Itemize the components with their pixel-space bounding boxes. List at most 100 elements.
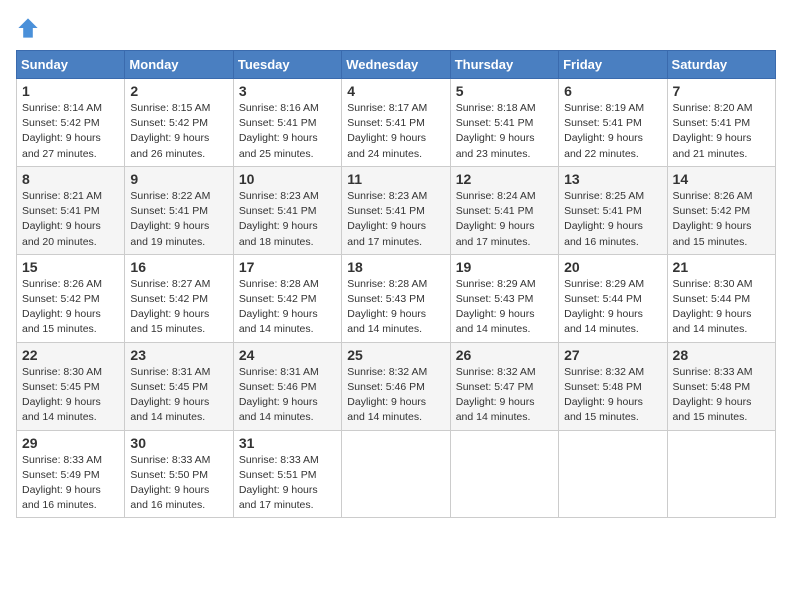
day-number: 5 bbox=[456, 83, 553, 99]
day-info: Sunrise: 8:23 AM Sunset: 5:41 PM Dayligh… bbox=[347, 189, 444, 250]
day-number: 27 bbox=[564, 347, 661, 363]
day-info: Sunrise: 8:26 AM Sunset: 5:42 PM Dayligh… bbox=[22, 277, 119, 338]
day-number: 1 bbox=[22, 83, 119, 99]
calendar-cell bbox=[667, 430, 775, 518]
day-info: Sunrise: 8:31 AM Sunset: 5:46 PM Dayligh… bbox=[239, 365, 336, 426]
calendar-cell: 28 Sunrise: 8:33 AM Sunset: 5:48 PM Dayl… bbox=[667, 342, 775, 430]
day-number: 18 bbox=[347, 259, 444, 275]
calendar-cell: 26 Sunrise: 8:32 AM Sunset: 5:47 PM Dayl… bbox=[450, 342, 558, 430]
header bbox=[16, 16, 776, 40]
calendar-cell: 9 Sunrise: 8:22 AM Sunset: 5:41 PM Dayli… bbox=[125, 166, 233, 254]
day-number: 17 bbox=[239, 259, 336, 275]
calendar-header-thursday: Thursday bbox=[450, 51, 558, 79]
calendar-cell: 29 Sunrise: 8:33 AM Sunset: 5:49 PM Dayl… bbox=[17, 430, 125, 518]
day-number: 6 bbox=[564, 83, 661, 99]
day-info: Sunrise: 8:23 AM Sunset: 5:41 PM Dayligh… bbox=[239, 189, 336, 250]
day-number: 20 bbox=[564, 259, 661, 275]
day-info: Sunrise: 8:33 AM Sunset: 5:51 PM Dayligh… bbox=[239, 453, 336, 514]
day-info: Sunrise: 8:25 AM Sunset: 5:41 PM Dayligh… bbox=[564, 189, 661, 250]
calendar-header-friday: Friday bbox=[559, 51, 667, 79]
calendar-cell: 24 Sunrise: 8:31 AM Sunset: 5:46 PM Dayl… bbox=[233, 342, 341, 430]
calendar-week-row: 15 Sunrise: 8:26 AM Sunset: 5:42 PM Dayl… bbox=[17, 254, 776, 342]
calendar-cell: 12 Sunrise: 8:24 AM Sunset: 5:41 PM Dayl… bbox=[450, 166, 558, 254]
day-info: Sunrise: 8:14 AM Sunset: 5:42 PM Dayligh… bbox=[22, 101, 119, 162]
calendar-cell: 17 Sunrise: 8:28 AM Sunset: 5:42 PM Dayl… bbox=[233, 254, 341, 342]
calendar-cell: 5 Sunrise: 8:18 AM Sunset: 5:41 PM Dayli… bbox=[450, 79, 558, 167]
calendar-cell: 25 Sunrise: 8:32 AM Sunset: 5:46 PM Dayl… bbox=[342, 342, 450, 430]
calendar-header-saturday: Saturday bbox=[667, 51, 775, 79]
calendar-cell: 18 Sunrise: 8:28 AM Sunset: 5:43 PM Dayl… bbox=[342, 254, 450, 342]
day-info: Sunrise: 8:24 AM Sunset: 5:41 PM Dayligh… bbox=[456, 189, 553, 250]
day-info: Sunrise: 8:29 AM Sunset: 5:44 PM Dayligh… bbox=[564, 277, 661, 338]
calendar-cell: 23 Sunrise: 8:31 AM Sunset: 5:45 PM Dayl… bbox=[125, 342, 233, 430]
day-number: 25 bbox=[347, 347, 444, 363]
calendar-cell: 4 Sunrise: 8:17 AM Sunset: 5:41 PM Dayli… bbox=[342, 79, 450, 167]
day-info: Sunrise: 8:16 AM Sunset: 5:41 PM Dayligh… bbox=[239, 101, 336, 162]
calendar-cell: 3 Sunrise: 8:16 AM Sunset: 5:41 PM Dayli… bbox=[233, 79, 341, 167]
day-number: 14 bbox=[673, 171, 770, 187]
day-number: 15 bbox=[22, 259, 119, 275]
day-info: Sunrise: 8:30 AM Sunset: 5:44 PM Dayligh… bbox=[673, 277, 770, 338]
day-info: Sunrise: 8:33 AM Sunset: 5:50 PM Dayligh… bbox=[130, 453, 227, 514]
day-info: Sunrise: 8:28 AM Sunset: 5:42 PM Dayligh… bbox=[239, 277, 336, 338]
calendar-cell bbox=[342, 430, 450, 518]
calendar-cell: 6 Sunrise: 8:19 AM Sunset: 5:41 PM Dayli… bbox=[559, 79, 667, 167]
day-number: 11 bbox=[347, 171, 444, 187]
day-number: 21 bbox=[673, 259, 770, 275]
calendar-cell bbox=[450, 430, 558, 518]
day-info: Sunrise: 8:27 AM Sunset: 5:42 PM Dayligh… bbox=[130, 277, 227, 338]
day-number: 4 bbox=[347, 83, 444, 99]
day-info: Sunrise: 8:22 AM Sunset: 5:41 PM Dayligh… bbox=[130, 189, 227, 250]
calendar-cell: 1 Sunrise: 8:14 AM Sunset: 5:42 PM Dayli… bbox=[17, 79, 125, 167]
calendar-cell: 31 Sunrise: 8:33 AM Sunset: 5:51 PM Dayl… bbox=[233, 430, 341, 518]
calendar-cell: 15 Sunrise: 8:26 AM Sunset: 5:42 PM Dayl… bbox=[17, 254, 125, 342]
day-info: Sunrise: 8:19 AM Sunset: 5:41 PM Dayligh… bbox=[564, 101, 661, 162]
day-info: Sunrise: 8:26 AM Sunset: 5:42 PM Dayligh… bbox=[673, 189, 770, 250]
day-number: 7 bbox=[673, 83, 770, 99]
day-info: Sunrise: 8:31 AM Sunset: 5:45 PM Dayligh… bbox=[130, 365, 227, 426]
day-info: Sunrise: 8:17 AM Sunset: 5:41 PM Dayligh… bbox=[347, 101, 444, 162]
day-number: 10 bbox=[239, 171, 336, 187]
calendar-cell: 2 Sunrise: 8:15 AM Sunset: 5:42 PM Dayli… bbox=[125, 79, 233, 167]
calendar-header-row: SundayMondayTuesdayWednesdayThursdayFrid… bbox=[17, 51, 776, 79]
calendar-cell: 13 Sunrise: 8:25 AM Sunset: 5:41 PM Dayl… bbox=[559, 166, 667, 254]
day-number: 9 bbox=[130, 171, 227, 187]
day-info: Sunrise: 8:33 AM Sunset: 5:49 PM Dayligh… bbox=[22, 453, 119, 514]
day-number: 19 bbox=[456, 259, 553, 275]
calendar-cell: 7 Sunrise: 8:20 AM Sunset: 5:41 PM Dayli… bbox=[667, 79, 775, 167]
calendar: SundayMondayTuesdayWednesdayThursdayFrid… bbox=[16, 50, 776, 518]
calendar-header-tuesday: Tuesday bbox=[233, 51, 341, 79]
calendar-cell: 30 Sunrise: 8:33 AM Sunset: 5:50 PM Dayl… bbox=[125, 430, 233, 518]
day-number: 30 bbox=[130, 435, 227, 451]
calendar-cell: 20 Sunrise: 8:29 AM Sunset: 5:44 PM Dayl… bbox=[559, 254, 667, 342]
calendar-cell: 14 Sunrise: 8:26 AM Sunset: 5:42 PM Dayl… bbox=[667, 166, 775, 254]
day-number: 22 bbox=[22, 347, 119, 363]
day-info: Sunrise: 8:32 AM Sunset: 5:47 PM Dayligh… bbox=[456, 365, 553, 426]
day-info: Sunrise: 8:21 AM Sunset: 5:41 PM Dayligh… bbox=[22, 189, 119, 250]
day-number: 12 bbox=[456, 171, 553, 187]
day-info: Sunrise: 8:32 AM Sunset: 5:46 PM Dayligh… bbox=[347, 365, 444, 426]
logo bbox=[16, 16, 44, 40]
calendar-cell: 27 Sunrise: 8:32 AM Sunset: 5:48 PM Dayl… bbox=[559, 342, 667, 430]
day-info: Sunrise: 8:33 AM Sunset: 5:48 PM Dayligh… bbox=[673, 365, 770, 426]
logo-icon bbox=[16, 16, 40, 40]
calendar-week-row: 22 Sunrise: 8:30 AM Sunset: 5:45 PM Dayl… bbox=[17, 342, 776, 430]
day-number: 24 bbox=[239, 347, 336, 363]
calendar-week-row: 8 Sunrise: 8:21 AM Sunset: 5:41 PM Dayli… bbox=[17, 166, 776, 254]
calendar-cell: 11 Sunrise: 8:23 AM Sunset: 5:41 PM Dayl… bbox=[342, 166, 450, 254]
calendar-cell: 16 Sunrise: 8:27 AM Sunset: 5:42 PM Dayl… bbox=[125, 254, 233, 342]
day-info: Sunrise: 8:15 AM Sunset: 5:42 PM Dayligh… bbox=[130, 101, 227, 162]
calendar-cell bbox=[559, 430, 667, 518]
day-info: Sunrise: 8:30 AM Sunset: 5:45 PM Dayligh… bbox=[22, 365, 119, 426]
calendar-week-row: 29 Sunrise: 8:33 AM Sunset: 5:49 PM Dayl… bbox=[17, 430, 776, 518]
calendar-cell: 10 Sunrise: 8:23 AM Sunset: 5:41 PM Dayl… bbox=[233, 166, 341, 254]
day-number: 8 bbox=[22, 171, 119, 187]
day-info: Sunrise: 8:29 AM Sunset: 5:43 PM Dayligh… bbox=[456, 277, 553, 338]
calendar-header-wednesday: Wednesday bbox=[342, 51, 450, 79]
day-number: 13 bbox=[564, 171, 661, 187]
day-info: Sunrise: 8:18 AM Sunset: 5:41 PM Dayligh… bbox=[456, 101, 553, 162]
day-number: 28 bbox=[673, 347, 770, 363]
day-number: 3 bbox=[239, 83, 336, 99]
calendar-cell: 22 Sunrise: 8:30 AM Sunset: 5:45 PM Dayl… bbox=[17, 342, 125, 430]
day-number: 31 bbox=[239, 435, 336, 451]
